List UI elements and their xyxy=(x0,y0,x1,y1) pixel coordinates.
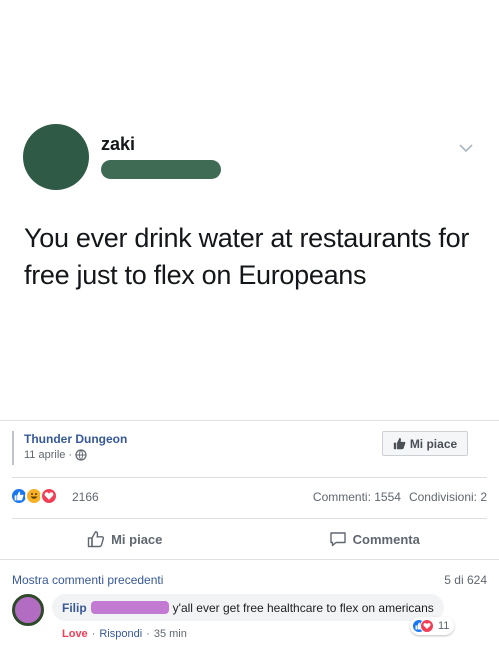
tweet-text: You ever drink water at restaurants for … xyxy=(24,223,470,290)
love-reaction-link[interactable]: Love xyxy=(62,628,88,640)
engagement-summary: 2166 Commenti: 1554 Condivisioni: 2 xyxy=(0,478,499,518)
meta-separator: · xyxy=(68,449,73,461)
shares-count-link[interactable]: Condivisioni: 2 xyxy=(409,490,487,504)
comment-actions: Love · Rispondi · 35 min xyxy=(62,628,187,640)
author-name-redaction xyxy=(90,601,169,614)
thumbs-up-icon xyxy=(393,437,406,450)
love-reaction-icon xyxy=(420,619,434,633)
reply-link[interactable]: Rispondi xyxy=(99,628,142,640)
thumbs-up-outline-icon xyxy=(87,531,105,548)
action-separator: · xyxy=(91,628,96,640)
like-action-label: Mi piace xyxy=(111,531,163,547)
comments-count-link[interactable]: Commenti: 1554 xyxy=(313,490,401,504)
comment-action-label: Commenta xyxy=(352,531,420,547)
comment-author-link[interactable]: Filip xyxy=(62,601,87,615)
page-name-link[interactable]: Thunder Dungeon xyxy=(24,432,127,446)
love-reaction-icon xyxy=(40,487,58,505)
post-header: Thunder Dungeon 11 aprile · Mi piace xyxy=(0,421,499,477)
post-meta: 11 aprile · xyxy=(24,449,87,461)
comment-reaction-icons xyxy=(412,619,434,633)
comment-bubble: Filip y'all ever get free healthcare to … xyxy=(52,594,444,621)
tweet-author-avatar xyxy=(23,124,89,190)
comments-shares: Commenti: 1554 Condivisioni: 2 xyxy=(313,490,487,504)
reaction-count[interactable]: 2166 xyxy=(72,490,99,504)
like-page-button[interactable]: Mi piace xyxy=(382,431,468,456)
show-previous-comments-link[interactable]: Mostra commenti precedenti xyxy=(12,573,163,587)
comment-button[interactable]: Commenta xyxy=(250,519,499,559)
post-action-bar: Mi piace Commenta xyxy=(0,519,499,559)
tweet-screenshot: zaki You ever drink water at restaurants… xyxy=(0,0,499,420)
divider xyxy=(0,559,499,560)
like-button[interactable]: Mi piace xyxy=(0,519,250,559)
speech-bubble-icon xyxy=(329,532,346,547)
tweet-handle-redaction xyxy=(101,160,221,179)
chevron-down-icon xyxy=(459,144,473,153)
globe-icon xyxy=(75,449,87,461)
reaction-icons[interactable] xyxy=(10,487,58,505)
action-separator: · xyxy=(146,628,150,640)
like-page-label: Mi piace xyxy=(409,436,458,451)
avatar[interactable] xyxy=(12,594,44,626)
comments-section: Mostra commenti precedenti 5 di 624 Fili… xyxy=(0,561,499,650)
tweet-author-name: zaki xyxy=(101,134,136,154)
post-date[interactable]: 11 aprile xyxy=(24,449,65,461)
comment-time[interactable]: 35 min xyxy=(154,628,187,640)
comment-reactions[interactable]: 11 xyxy=(410,617,455,635)
comment-reaction-count: 11 xyxy=(438,620,450,632)
page-indicator-bar xyxy=(12,431,14,465)
comment-text: y'all ever get free healthcare to flex o… xyxy=(172,600,434,615)
comment-pager: 5 di 624 xyxy=(444,573,487,587)
